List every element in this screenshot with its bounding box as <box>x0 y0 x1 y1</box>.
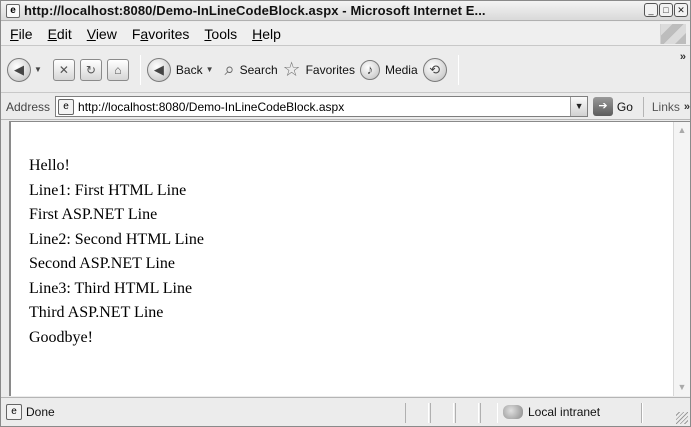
back-nav-button[interactable]: ◀ ▼ <box>7 53 48 87</box>
title-bar[interactable]: e http://localhost:8080/Demo-InLineCodeB… <box>1 1 690 21</box>
toolbar-more-button[interactable]: » <box>680 51 686 63</box>
media-button[interactable]: ♪ Media <box>359 53 418 87</box>
page-text: Hello! Line1: First HTML Line First ASP.… <box>29 154 204 350</box>
stop-icon: ✕ <box>52 58 75 81</box>
menu-edit-accel: E <box>47 25 57 42</box>
menu-help-label: elp <box>262 25 281 42</box>
links-more-button[interactable]: » <box>684 101 690 113</box>
status-bar: e Done Local intranet <box>1 397 690 426</box>
back-button[interactable]: ◀ Back ▼ <box>146 53 220 87</box>
menu-view[interactable]: View <box>87 26 117 42</box>
menu-help-accel: H <box>252 25 263 42</box>
resize-grip[interactable] <box>676 412 688 424</box>
page-line: Goodbye! <box>29 328 93 346</box>
address-url: http://localhost:8080/Demo-InLineCodeBlo… <box>78 99 345 114</box>
close-button[interactable]: ✕ <box>674 3 688 17</box>
page-line: Third ASP.NET Line <box>29 304 164 321</box>
history-button[interactable]: ⟲ <box>422 53 447 87</box>
status-text: Done <box>26 405 55 419</box>
menu-file[interactable]: File <box>10 26 33 42</box>
refresh-icon: ↻ <box>79 58 102 81</box>
menu-tools[interactable]: Tools <box>204 26 237 42</box>
history-icon: ⟲ <box>422 57 447 82</box>
page-line: First ASP.NET Line <box>29 206 158 223</box>
menu-file-label: ile <box>18 25 33 42</box>
search-icon: ⌕ <box>224 59 235 79</box>
go-arrow-icon[interactable]: ➔ <box>593 97 613 116</box>
menu-edit[interactable]: Edit <box>48 26 72 42</box>
home-button[interactable]: ⌂ <box>106 53 129 87</box>
scroll-down-icon[interactable]: ▼ <box>674 379 690 396</box>
back-arrow-icon: ◀ <box>146 57 171 82</box>
window-title: http://localhost:8080/Demo-InLineCodeBlo… <box>24 3 486 18</box>
security-zone: Local intranet <box>528 405 601 419</box>
search-label: Search <box>239 62 278 77</box>
window-controls: _ □ ✕ <box>644 3 688 17</box>
favorites-label: Favorites <box>305 62 355 77</box>
toolbar-separator <box>457 54 459 85</box>
address-bar: Address e http://localhost:8080/Demo-InL… <box>1 94 690 120</box>
star-icon: ☆ <box>282 59 301 81</box>
minimize-button[interactable]: _ <box>644 3 658 17</box>
media-icon: ♪ <box>359 59 380 80</box>
menu-favorites[interactable]: Favorites <box>132 26 190 42</box>
menu-bar: File Edit View Favorites Tools Help <box>1 22 690 46</box>
status-panel <box>455 403 479 423</box>
menu-edit-label: dit <box>56 25 72 42</box>
back-label: Back <box>175 62 203 77</box>
scroll-up-icon[interactable]: ▲ <box>674 122 690 139</box>
intranet-icon <box>503 405 523 419</box>
chevron-down-icon[interactable]: ▼ <box>34 65 42 74</box>
address-input[interactable]: e http://localhost:8080/Demo-InLineCodeB… <box>55 96 589 117</box>
status-panel <box>430 403 454 423</box>
page-content: Hello! Line1: First HTML Line First ASP.… <box>9 121 690 396</box>
address-dropdown-button[interactable]: ▼ <box>570 97 588 116</box>
page-icon: e <box>6 404 22 420</box>
menu-view-accel: V <box>86 25 96 42</box>
menu-help[interactable]: Help <box>252 26 281 42</box>
stop-button[interactable]: ✕ <box>52 53 75 87</box>
page-line: Hello! <box>29 157 70 174</box>
page-icon: e <box>58 98 75 115</box>
address-label: Address <box>6 99 51 114</box>
vertical-scrollbar[interactable]: ▲ ▼ <box>673 122 690 396</box>
maximize-button[interactable]: □ <box>659 3 673 17</box>
go-button[interactable]: Go <box>617 100 633 114</box>
page-line: Line1: First HTML Line <box>29 181 187 199</box>
toolbar-separator <box>139 54 141 85</box>
links-button[interactable]: Links <box>652 100 680 114</box>
search-button[interactable]: ⌕ Search <box>225 53 278 87</box>
page-line: Line3: Third HTML Line <box>29 279 193 297</box>
status-panel <box>405 403 429 423</box>
links-separator <box>642 96 644 117</box>
chevron-down-icon[interactable]: ▼ <box>206 65 214 74</box>
menu-file-accel: F <box>10 25 19 42</box>
favorites-button[interactable]: ☆ Favorites <box>283 53 355 87</box>
media-label: Media <box>384 62 418 77</box>
toolbar: ◀ ▼ ✕ ↻ ⌂ ◀ Back ▼ ⌕ Search ☆ Favorites … <box>1 47 690 93</box>
windows-logo-icon <box>660 24 686 44</box>
menu-favorites-label: vorites <box>148 25 190 42</box>
home-icon: ⌂ <box>106 58 129 81</box>
back-arrow-icon: ◀ <box>7 57 31 82</box>
menu-tools-label: ools <box>211 25 238 42</box>
browser-window: e http://localhost:8080/Demo-InLineCodeB… <box>0 0 691 427</box>
page-icon: e <box>6 3 20 18</box>
status-panel <box>480 403 498 423</box>
status-panel <box>641 403 643 423</box>
page-line: Line2: Second HTML Line <box>29 230 204 248</box>
page-line: Second ASP.NET Line <box>29 255 175 272</box>
menu-view-label: iew <box>95 25 117 42</box>
refresh-button[interactable]: ↻ <box>79 53 102 87</box>
